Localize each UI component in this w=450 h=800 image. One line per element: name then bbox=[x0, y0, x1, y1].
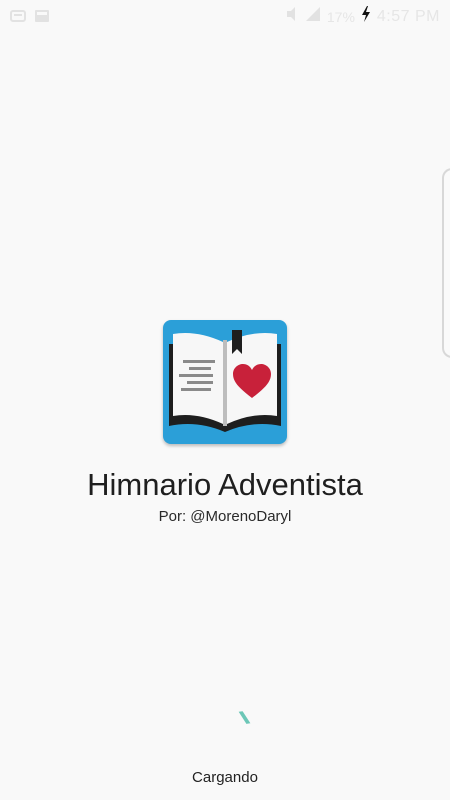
status-left-icons bbox=[10, 9, 50, 28]
status-time: 4:57 PM bbox=[376, 7, 440, 25]
battery-percent: 17% bbox=[326, 8, 355, 25]
edge-panel-handle[interactable] bbox=[442, 168, 450, 358]
app-title: Himnario Adventista bbox=[87, 467, 363, 502]
splash-screen: 17% 4:57 PM Himnario Adventista Por: @Mo… bbox=[0, 0, 450, 800]
loading-spinner-icon bbox=[232, 708, 258, 734]
charging-icon bbox=[361, 6, 371, 27]
signal-icon bbox=[305, 6, 321, 27]
status-right-icons: 17% 4:57 PM bbox=[285, 6, 440, 27]
app-author: Por: @MorenoDaryl bbox=[158, 508, 292, 525]
notification-icon bbox=[10, 9, 26, 28]
gallery-icon bbox=[34, 9, 50, 28]
status-bar: 17% 4:57 PM bbox=[0, 0, 450, 32]
loading-label: Cargando bbox=[192, 769, 258, 786]
open-book-heart-icon bbox=[163, 320, 287, 444]
mute-icon bbox=[285, 6, 299, 27]
